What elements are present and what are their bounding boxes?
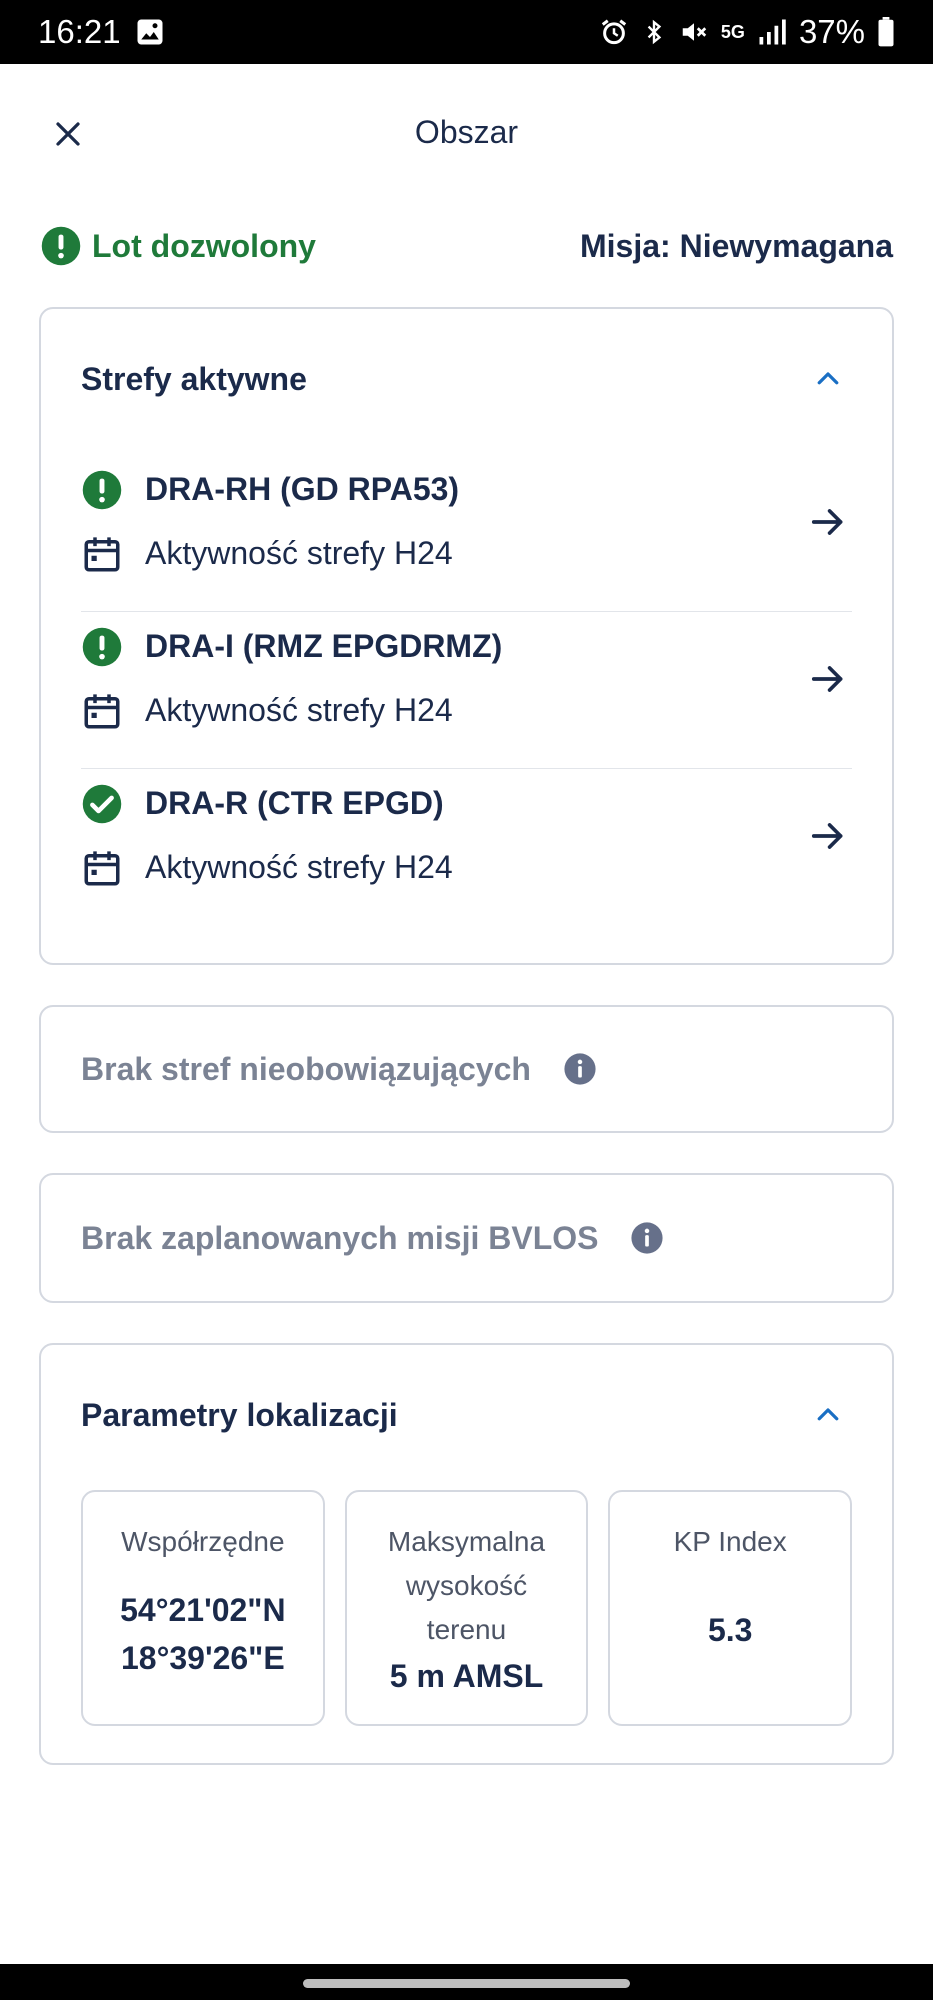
elevation-label-1: Maksymalna xyxy=(387,1526,546,1557)
inactive-zones-card: Brak stref nieobowiązujących xyxy=(39,1005,894,1133)
flight-status: Lot dozwolony xyxy=(40,225,316,267)
page-title: Obszar xyxy=(414,113,519,150)
zone-activity-line: Aktywność strefy H24 xyxy=(81,533,459,575)
params-grid: Współrzędne 54°21'02"N 18°39'26"E Maksym… xyxy=(81,1490,853,1726)
kp-index-label: KP Index xyxy=(673,1526,787,1557)
arrow-right-icon xyxy=(811,508,843,535)
location-params-card: Parametry lokalizacji Współrzędne 54°21'… xyxy=(39,1343,894,1765)
bvlos-missions-text: Brak zaplanowanych misji BVLOS xyxy=(81,1219,599,1256)
inactive-zones-row: Brak stref nieobowiązujących xyxy=(81,1007,597,1131)
zone-body: DRA-I (RMZ EPGDRMZ) Aktywność strefy H24 xyxy=(81,626,502,732)
zone-details-button[interactable] xyxy=(804,655,852,703)
exclamation-icon xyxy=(82,470,122,509)
kp-index-value: 5.3 xyxy=(707,1612,753,1648)
elevation-label-2: wysokość xyxy=(405,1570,528,1601)
latitude-value: 54°21'02"N xyxy=(120,1592,286,1628)
zone-activity-line: Aktywność strefy H24 xyxy=(81,690,502,732)
signal-icon xyxy=(757,17,787,47)
zone-item-3[interactable]: DRA-R (CTR EPGD) Aktywność strefy H24 xyxy=(81,757,852,914)
zone-activity: Aktywność strefy H24 xyxy=(145,692,453,728)
zone-title-line: DRA-RH (GD RPA53) xyxy=(81,469,459,511)
alarm-icon xyxy=(599,17,629,47)
zone-name: DRA-R (CTR EPGD) xyxy=(145,785,444,821)
flight-status-label: Lot dozwolony xyxy=(92,227,316,264)
flight-status-row: Lot dozwolony Misja: Niewymagana xyxy=(40,218,893,274)
zone-activity: Aktywność strefy H24 xyxy=(145,535,453,571)
chevron-up-icon xyxy=(817,1408,839,1421)
zone-title-line: DRA-R (CTR EPGD) xyxy=(81,783,453,825)
zone-item-1[interactable]: DRA-RH (GD RPA53) Aktywność strefy H24 xyxy=(81,443,852,600)
zone-name: DRA-I (RMZ EPGDRMZ) xyxy=(145,628,503,664)
zone-activity-line: Aktywność strefy H24 xyxy=(81,847,453,889)
coordinates-label: Współrzędne xyxy=(121,1526,285,1557)
header: Obszar xyxy=(0,64,933,200)
kp-index-tile: KP Index 5.3 xyxy=(608,1490,853,1726)
zone-activity: Aktywność strefy H24 xyxy=(145,849,453,885)
info-icon[interactable] xyxy=(630,1221,664,1255)
close-button[interactable] xyxy=(44,110,92,158)
battery-icon xyxy=(877,17,895,47)
zone-body: DRA-R (CTR EPGD) Aktywność strefy H24 xyxy=(81,783,453,889)
collapse-button[interactable] xyxy=(804,355,852,403)
arrow-right-icon xyxy=(811,822,843,849)
coordinates-tile: Współrzędne 54°21'02"N 18°39'26"E xyxy=(81,1490,325,1726)
collapse-button[interactable] xyxy=(804,1391,852,1439)
active-zones-title: Strefy aktywne xyxy=(81,360,307,397)
bvlos-missions-row: Brak zaplanowanych misji BVLOS xyxy=(81,1175,664,1301)
active-zones-header[interactable]: Strefy aktywne xyxy=(81,349,852,409)
zone-title-line: DRA-I (RMZ EPGDRMZ) xyxy=(81,626,502,668)
elevation-label-3: terenu xyxy=(426,1614,507,1645)
zone-name: DRA-RH (GD RPA53) xyxy=(145,471,460,507)
calendar-icon xyxy=(84,536,120,571)
longitude-value: 18°39'26"E xyxy=(120,1640,285,1676)
calendar-icon xyxy=(84,693,120,728)
network-label: 5G xyxy=(720,22,745,42)
status-left: 16:21 xyxy=(38,13,165,51)
exclamation-icon xyxy=(82,627,122,666)
zone-body: DRA-RH (GD RPA53) Aktywność strefy H24 xyxy=(81,469,459,575)
bvlos-missions-card: Brak zaplanowanych misji BVLOS xyxy=(39,1173,894,1303)
status-time: 16:21 xyxy=(38,13,121,50)
arrow-right-icon xyxy=(811,665,843,692)
zone-details-button[interactable] xyxy=(804,498,852,546)
elevation-tile: Maksymalna wysokość terenu 5 m AMSL xyxy=(344,1490,589,1726)
zone-item-2[interactable]: DRA-I (RMZ EPGDRMZ) Aktywność strefy H24 xyxy=(81,600,852,757)
status-bar: 16:21 5G 37% xyxy=(0,0,933,64)
zone-details-button[interactable] xyxy=(804,812,852,860)
inactive-zones-text: Brak stref nieobowiązujących xyxy=(81,1050,531,1087)
status-right: 5G 37% xyxy=(599,13,895,51)
mission-status: Misja: Niewymagana xyxy=(580,227,893,264)
chevron-up-icon xyxy=(817,372,839,385)
active-zones-card: Strefy aktywne DRA-RH (GD RPA53) Aktywno… xyxy=(39,307,894,965)
image-icon xyxy=(135,17,165,47)
location-params-title: Parametry lokalizacji xyxy=(81,1396,398,1433)
elevation-value: 5 m AMSL xyxy=(389,1658,544,1694)
exclamation-icon xyxy=(41,226,81,266)
check-icon xyxy=(82,784,122,823)
calendar-icon xyxy=(84,850,120,885)
info-icon[interactable] xyxy=(563,1052,597,1086)
bluetooth-icon xyxy=(641,17,667,47)
home-handle[interactable] xyxy=(303,1979,630,1988)
location-params-header[interactable]: Parametry lokalizacji xyxy=(81,1385,852,1445)
close-icon xyxy=(56,122,80,146)
battery-percent: 37% xyxy=(798,13,865,50)
mute-icon xyxy=(679,17,709,47)
